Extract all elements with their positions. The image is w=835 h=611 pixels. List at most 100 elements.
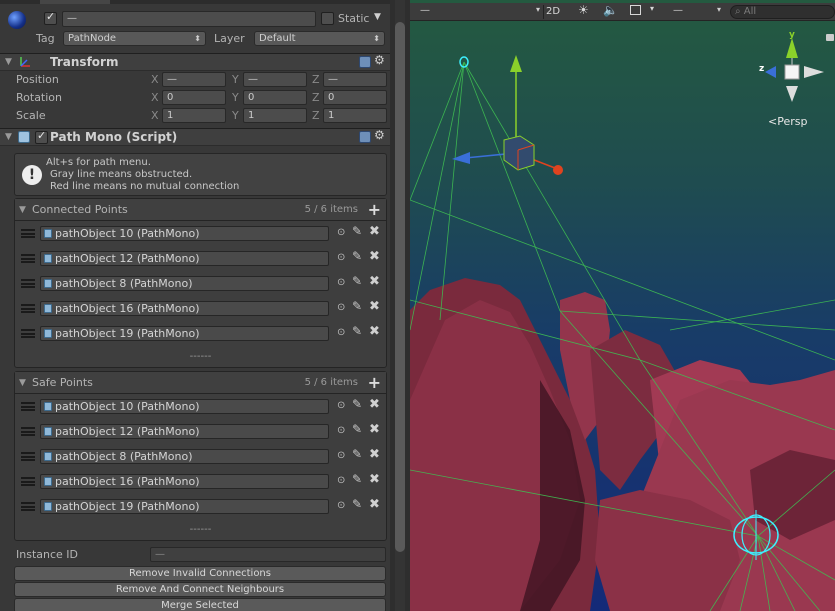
tag-dropdown[interactable]: PathNode ⬍: [63, 31, 206, 46]
static-label[interactable]: Static: [338, 12, 369, 25]
object-field[interactable]: pathObject 8 (PathMono): [40, 276, 329, 291]
drag-handle-icon[interactable]: [21, 229, 35, 238]
shading-mode-dropdown[interactable]: — ▾: [420, 5, 540, 19]
target-icon[interactable]: ⊙: [337, 252, 345, 263]
object-field[interactable]: pathObject 10 (PathMono): [40, 399, 329, 414]
2d-toggle-button[interactable]: 2D: [546, 6, 560, 17]
more-items-indicator[interactable]: ------: [15, 351, 386, 362]
pencil-icon[interactable]: ✎: [352, 422, 362, 436]
drag-handle-icon[interactable]: [21, 477, 35, 486]
add-icon[interactable]: +: [368, 373, 381, 392]
search-field[interactable]: ⌕ All: [730, 5, 835, 19]
effects-toggle-icon[interactable]: [630, 5, 641, 15]
foldout-arrow-icon[interactable]: ▼: [5, 132, 12, 142]
more-items-indicator[interactable]: ------: [15, 524, 386, 535]
close-icon[interactable]: ✖: [369, 249, 380, 264]
remove-and-connect-neighbours-button[interactable]: Remove And Connect Neighbours: [14, 582, 386, 597]
object-field[interactable]: pathObject 16 (PathMono): [40, 474, 329, 489]
target-icon[interactable]: ⊙: [337, 450, 345, 461]
drag-handle-icon[interactable]: [21, 402, 35, 411]
scrollbar-thumb[interactable]: [395, 22, 405, 552]
safe-points-header[interactable]: ▼ Safe Points 5 / 6 items +: [15, 372, 386, 394]
drag-handle-icon[interactable]: [21, 279, 35, 288]
add-icon[interactable]: +: [368, 200, 381, 219]
target-icon[interactable]: ⊙: [337, 425, 345, 436]
scene-view[interactable]: — ▾ 2D ☀ 🔈 ▾ — ▾ ⌕ All y z <Persp: [410, 0, 835, 611]
pencil-icon[interactable]: ✎: [352, 249, 362, 263]
instance-id-field[interactable]: —: [150, 547, 386, 562]
foldout-arrow-icon[interactable]: ▼: [5, 57, 12, 67]
target-icon[interactable]: ⊙: [337, 400, 345, 411]
scale-x-field[interactable]: 1: [162, 108, 226, 123]
pencil-icon[interactable]: ✎: [352, 397, 362, 411]
chevron-down-icon[interactable]: ▾: [650, 4, 654, 13]
inspector-tab[interactable]: [40, 0, 110, 4]
pencil-icon[interactable]: ✎: [352, 299, 362, 313]
static-checkbox[interactable]: [321, 12, 334, 25]
rotation-z-field[interactable]: 0: [323, 90, 387, 105]
close-icon[interactable]: ✖: [369, 472, 380, 487]
close-icon[interactable]: ✖: [369, 397, 380, 412]
pencil-icon[interactable]: ✎: [352, 497, 362, 511]
perspective-label[interactable]: <Persp: [768, 115, 807, 128]
position-y-field[interactable]: —: [243, 72, 307, 87]
rotation-x-field[interactable]: 0: [162, 90, 226, 105]
script-enabled-checkbox[interactable]: [35, 129, 48, 144]
drag-handle-icon[interactable]: [21, 254, 35, 263]
inspector-scrollbar[interactable]: [395, 0, 405, 611]
drag-handle-icon[interactable]: [21, 502, 35, 511]
merge-selected-button[interactable]: Merge Selected: [14, 598, 386, 611]
drag-handle-icon[interactable]: [21, 427, 35, 436]
object-name-field[interactable]: —: [62, 11, 316, 27]
remove-invalid-connections-button[interactable]: Remove Invalid Connections: [14, 566, 386, 581]
target-icon[interactable]: ⊙: [337, 327, 345, 338]
position-z-field[interactable]: —: [323, 72, 387, 87]
pencil-icon[interactable]: ✎: [352, 324, 362, 338]
foldout-arrow-icon[interactable]: ▼: [19, 378, 26, 388]
object-field[interactable]: pathObject 10 (PathMono): [40, 226, 329, 241]
layer-dropdown[interactable]: Default ⬍: [254, 31, 385, 46]
close-icon[interactable]: ✖: [369, 224, 380, 239]
pencil-icon[interactable]: ✎: [352, 447, 362, 461]
gizmos-dropdown[interactable]: — ▾: [673, 5, 721, 19]
static-dropdown-arrow[interactable]: ▼: [374, 12, 381, 22]
object-field[interactable]: pathObject 12 (PathMono): [40, 424, 329, 439]
close-icon[interactable]: ✖: [369, 497, 380, 512]
drag-handle-icon[interactable]: [21, 304, 35, 313]
close-icon[interactable]: ✖: [369, 324, 380, 339]
object-field[interactable]: pathObject 19 (PathMono): [40, 326, 329, 341]
target-icon[interactable]: ⊙: [337, 277, 345, 288]
drag-handle-icon[interactable]: [21, 329, 35, 338]
target-icon[interactable]: ⊙: [337, 227, 345, 238]
close-icon[interactable]: ✖: [369, 274, 380, 289]
scene-canvas[interactable]: [410, 0, 835, 611]
position-x-field[interactable]: —: [162, 72, 226, 87]
pencil-icon[interactable]: ✎: [352, 472, 362, 486]
lock-icon[interactable]: [826, 34, 834, 41]
help-book-icon[interactable]: [359, 56, 371, 68]
lighting-toggle-icon[interactable]: ☀: [578, 3, 589, 17]
target-icon[interactable]: ⊙: [337, 475, 345, 486]
object-field[interactable]: pathObject 8 (PathMono): [40, 449, 329, 464]
drag-handle-icon[interactable]: [21, 452, 35, 461]
object-field[interactable]: pathObject 16 (PathMono): [40, 301, 329, 316]
target-icon[interactable]: ⊙: [337, 500, 345, 511]
help-book-icon[interactable]: [359, 131, 371, 143]
active-checkbox[interactable]: [44, 10, 57, 25]
target-icon[interactable]: ⊙: [337, 302, 345, 313]
object-field[interactable]: pathObject 12 (PathMono): [40, 251, 329, 266]
pencil-icon[interactable]: ✎: [352, 224, 362, 238]
close-icon[interactable]: ✖: [369, 422, 380, 437]
close-icon[interactable]: ✖: [369, 299, 380, 314]
scale-y-field[interactable]: 1: [243, 108, 307, 123]
close-icon[interactable]: ✖: [369, 447, 380, 462]
gear-icon[interactable]: ⚙: [374, 128, 385, 142]
audio-toggle-icon[interactable]: 🔈: [603, 3, 618, 17]
rotation-y-field[interactable]: 0: [243, 90, 307, 105]
connected-points-header[interactable]: ▼ Connected Points 5 / 6 items +: [15, 199, 386, 221]
scale-z-field[interactable]: 1: [323, 108, 387, 123]
object-field[interactable]: pathObject 19 (PathMono): [40, 499, 329, 514]
gear-icon[interactable]: ⚙: [374, 53, 385, 67]
pencil-icon[interactable]: ✎: [352, 274, 362, 288]
foldout-arrow-icon[interactable]: ▼: [19, 205, 26, 215]
